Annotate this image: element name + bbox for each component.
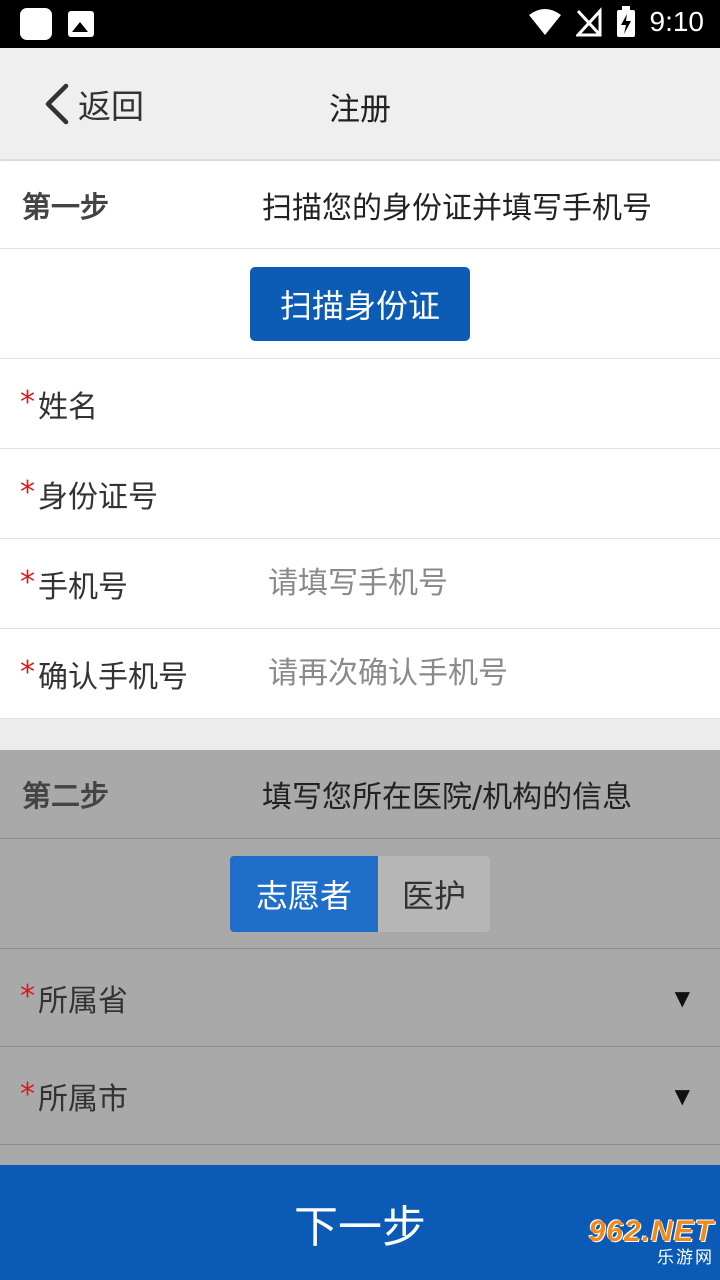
- required-mark: *: [20, 655, 35, 690]
- step1-section: 第一步 扫描您的身份证并填写手机号 扫描身份证 * 姓名 * 身份证号 * 手机…: [0, 161, 720, 719]
- phone-field-row: * 手机号: [0, 539, 720, 629]
- dropdown-arrow-icon: ▼: [674, 985, 690, 1010]
- required-mark: *: [20, 565, 35, 600]
- province-select[interactable]: * 所属省 ▼: [0, 949, 720, 1047]
- status-bar: 9:10: [0, 0, 720, 48]
- city-label: 所属市: [38, 1081, 128, 1117]
- image-icon: [68, 11, 94, 37]
- watermark-logo: 962.NET 乐游网: [584, 1216, 714, 1270]
- role-toggle: 志愿者 医护: [230, 855, 490, 932]
- required-mark: *: [20, 385, 35, 420]
- id-number-input[interactable]: [268, 476, 688, 511]
- step2-header: 第二步 填写您所在医院/机构的信息: [0, 750, 720, 839]
- step2-label: 第二步: [22, 779, 110, 813]
- watermark-subtext: 乐游网: [657, 1248, 714, 1268]
- name-field-row: * 姓名: [0, 359, 720, 449]
- required-mark: *: [20, 979, 35, 1014]
- confirm-phone-input[interactable]: [268, 656, 688, 691]
- medical-tab[interactable]: 医护: [378, 855, 490, 932]
- name-input[interactable]: [268, 386, 688, 421]
- battery-charging-icon: [616, 6, 635, 37]
- scan-id-card-button[interactable]: 扫描身份证: [250, 266, 470, 341]
- app-header: 返回 注册: [0, 48, 720, 160]
- confirm-phone-field-row: * 确认手机号: [0, 629, 720, 719]
- city-select[interactable]: * 所属市 ▼: [0, 1047, 720, 1145]
- step2-description: 填写您所在医院/机构的信息: [262, 780, 633, 815]
- id-number-label: 身份证号: [38, 479, 158, 515]
- province-label: 所属省: [38, 983, 128, 1019]
- required-mark: *: [20, 475, 35, 510]
- scan-row: 扫描身份证: [0, 249, 720, 359]
- confirm-phone-label: 确认手机号: [38, 659, 188, 695]
- id-number-field-row: * 身份证号: [0, 449, 720, 539]
- step1-description: 扫描您的身份证并填写手机号: [262, 190, 652, 226]
- watermark-text: 962.NET: [588, 1215, 714, 1248]
- required-mark: *: [20, 1077, 35, 1112]
- no-signal-icon: [575, 7, 601, 37]
- volunteer-tab[interactable]: 志愿者: [230, 855, 378, 932]
- app-icon: [20, 8, 52, 40]
- role-toggle-row: 志愿者 医护: [0, 839, 720, 949]
- step1-header: 第一步 扫描您的身份证并填写手机号: [0, 161, 720, 249]
- wifi-icon: [528, 9, 561, 35]
- phone-label: 手机号: [38, 569, 128, 605]
- dropdown-arrow-icon: ▼: [674, 1083, 690, 1108]
- step1-label: 第一步: [22, 189, 110, 224]
- section-divider: [0, 719, 720, 750]
- phone-input[interactable]: [268, 566, 688, 601]
- name-label: 姓名: [38, 389, 98, 425]
- status-time: 9:10: [649, 6, 705, 37]
- page-title: 注册: [329, 92, 391, 128]
